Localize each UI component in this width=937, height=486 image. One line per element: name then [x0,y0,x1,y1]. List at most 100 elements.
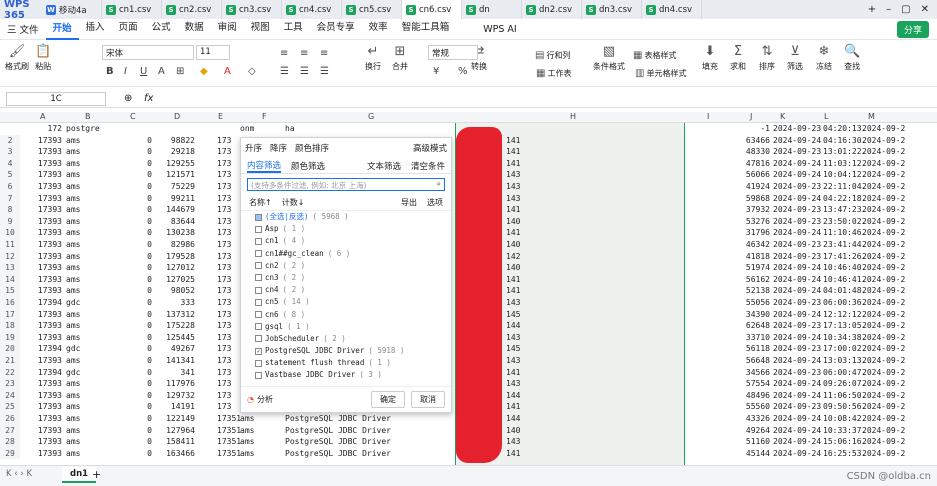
cell-d[interactable]: 341 [181,367,195,379]
cell-a[interactable]: 17393 [38,239,62,251]
cell-k[interactable]: 2024-09-24 [773,436,821,448]
filter-list-item[interactable]: cn4( 2 ) [241,284,451,296]
cell-g[interactable]: PostgreSQL JDBC Driver [285,425,391,437]
align-top-icon[interactable]: ≡ [280,48,288,59]
sort-desc-button[interactable]: 降序 [270,142,287,154]
cell-a[interactable]: 17393 [38,401,62,413]
cell-e[interactable]: 173 [217,251,231,263]
row-number[interactable]: 7 [0,192,20,205]
cell-e[interactable]: 17351 [217,448,241,460]
row-number[interactable]: 8 [0,204,20,216]
cell-k[interactable]: 2024-09-24 [773,309,821,321]
cell-a[interactable]: 17394 [38,367,62,379]
cell-d[interactable]: 121571 [166,169,195,181]
cell-c[interactable]: 0 [147,146,152,158]
row-number[interactable]: 12 [0,250,20,263]
cell-d[interactable]: 141341 [166,355,195,367]
checkbox[interactable] [255,323,262,331]
fill-color-icon[interactable]: ◆ [200,66,208,77]
cell-m[interactable]: 2024-09-2 [862,413,905,425]
cell-k[interactable]: 2024-09-24 [773,355,821,367]
cell-d[interactable]: 98052 [171,285,195,297]
filter-list-item[interactable]: ✓ PostgreSQL JDBC Driver( 5918 ) [241,345,451,357]
text-filter-button[interactable]: 文本筛选 [367,160,401,172]
cell-h[interactable]: 145 [506,343,520,355]
cell-h[interactable]: 143 [506,169,520,181]
checkbox[interactable] [255,213,262,221]
cell-b[interactable]: ams [66,436,80,448]
cell-l[interactable]: 04:01:48. [823,285,866,297]
cell-a[interactable]: 17393 [38,320,62,332]
checkbox[interactable] [255,286,262,294]
cell-a[interactable]: 17393 [38,436,62,448]
row-number[interactable]: 29 [0,447,20,460]
cell-c[interactable]: 0 [147,320,152,332]
cell-c[interactable]: 0 [147,413,152,425]
cell-k[interactable]: 2024-09-24 [773,135,821,147]
cell-j[interactable]: 41818 [746,251,770,263]
cell-c[interactable]: 0 [147,343,152,355]
cell-a[interactable]: 17393 [38,204,62,216]
ribbon-button[interactable]: ▤ 行和列 [535,50,570,61]
cell-h[interactable]: 144 [506,320,520,332]
cell-f[interactable]: ams [240,436,254,448]
cell-e[interactable]: 173 [217,297,231,309]
cell-b[interactable]: ams [66,158,80,170]
cell-k[interactable]: 2024-09-24 [773,425,821,437]
column-letter[interactable]: H [570,112,576,121]
cell-m[interactable]: 2024-09-2 [862,448,905,460]
cell-k[interactable]: 2024-09-23 [773,343,821,355]
document-tab[interactable]: Scn6.csv [402,0,462,19]
row-number[interactable]: 25 [0,401,20,413]
column-letter[interactable]: B [85,112,91,121]
cell-c[interactable]: 0 [147,239,152,251]
cell-e[interactable]: 173 [217,227,231,239]
cell-g[interactable]: PostgreSQL JDBC Driver [285,413,391,425]
minimize-icon[interactable]: – [886,4,891,15]
cell-l[interactable]: 23:50:02. [823,216,866,228]
checkbox[interactable] [255,371,262,379]
row-number[interactable]: 23 [0,378,20,390]
analyze-button[interactable]: 分析 [257,394,273,405]
filter-list-item[interactable]: cn6( 8 ) [241,309,451,321]
cell-e[interactable]: 173 [217,367,231,379]
cell-a[interactable]: 17393 [38,285,62,297]
cell-m[interactable]: 2024-09-2 [862,367,905,379]
column-letter[interactable]: K [780,112,785,121]
cell-l[interactable]: 06:00:47. [823,367,866,379]
cell-e[interactable]: 173 [217,378,231,390]
cell-j[interactable]: 59868 [746,193,770,205]
cell-k[interactable]: 2024-09-23 [773,181,821,193]
cell-l[interactable]: 15:06:16. [823,436,866,448]
filter-list-item[interactable]: cn1##gc_clean( 6 ) [241,248,451,260]
cell-b[interactable]: ams [66,181,80,193]
cell-b[interactable]: ams [66,146,80,158]
menu-item[interactable]: 开始 [45,19,79,40]
cell-k[interactable]: 2024-09-24 [773,378,821,390]
cell-j[interactable]: 62648 [746,320,770,332]
cell-d[interactable]: 175228 [166,320,195,332]
cell-j[interactable]: 55560 [746,401,770,413]
cell-h[interactable]: 141 [506,285,520,297]
row-number[interactable]: 21 [0,355,20,367]
cell-l[interactable]: 16:25:53. [823,448,866,460]
tab-color-filter[interactable]: 颜色筛选 [291,160,325,172]
cell-c[interactable]: 0 [147,332,152,344]
cell-c[interactable]: 0 [147,158,152,170]
cell-a[interactable]: 17393 [38,193,62,205]
column-letter[interactable]: L [824,112,828,121]
cell-k[interactable]: 2024-09-24 [773,413,821,425]
cell-m[interactable]: 2024-09-2 [862,425,905,437]
checkbox[interactable] [255,359,262,367]
cell-a[interactable]: 17393 [38,390,62,402]
ribbon-button[interactable]: 🔍 查找 [844,44,860,72]
cell-k[interactable]: 2024-09-23 [773,216,821,228]
cell-k[interactable]: 2024-09-24 [773,158,821,170]
cell-d[interactable]: 75229 [171,181,195,193]
cell-h[interactable]: 143 [506,355,520,367]
column-letter[interactable]: E [218,112,223,121]
document-tab[interactable]: Sdn4.csv [642,0,702,19]
cell-e[interactable]: 173 [217,355,231,367]
cell-a[interactable]: 17393 [38,274,62,286]
row-number[interactable]: 11 [0,239,20,251]
